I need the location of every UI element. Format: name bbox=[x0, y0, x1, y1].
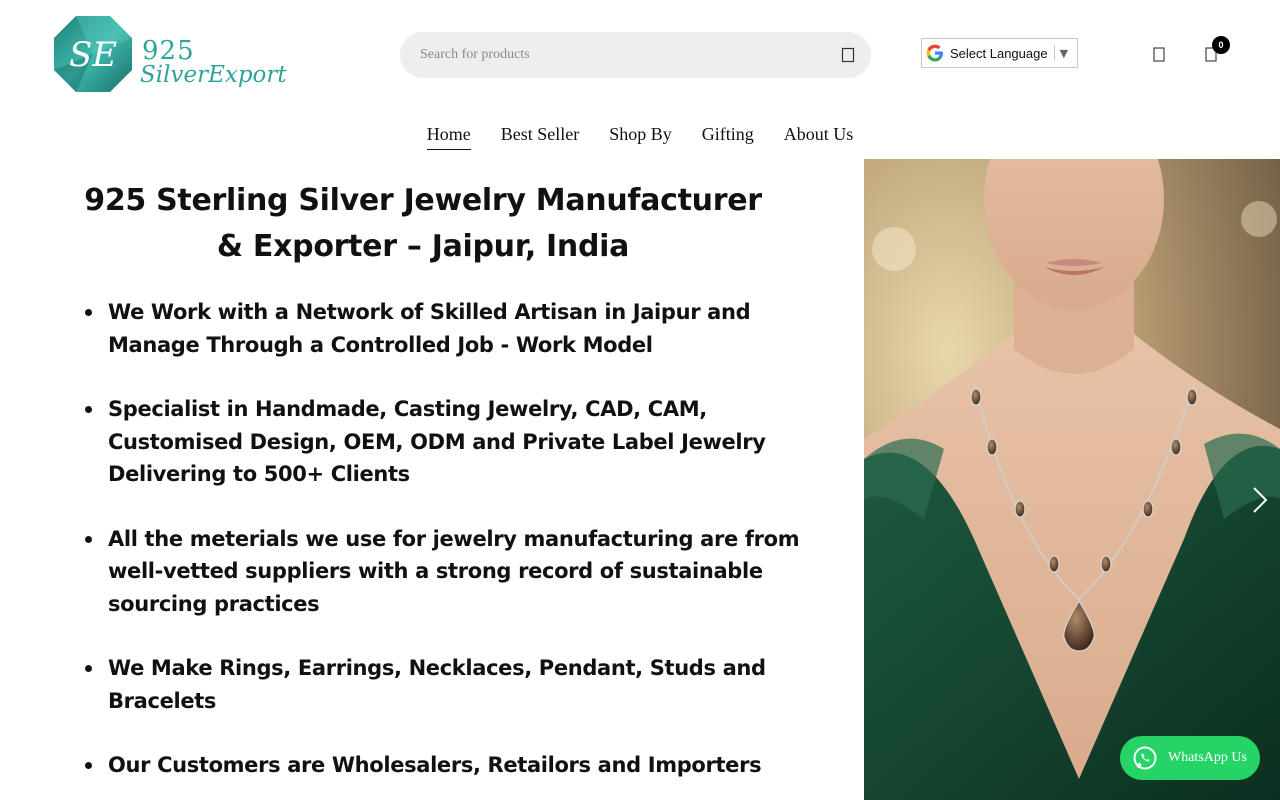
language-divider bbox=[1053, 45, 1055, 61]
hero-image bbox=[864, 159, 1280, 800]
cart-count-badge: 0 bbox=[1212, 36, 1230, 54]
hero-text: 925 Sterling Silver Jewelry Manufacturer… bbox=[80, 178, 840, 800]
whatsapp-button[interactable]: WhatsApp Us bbox=[1120, 736, 1260, 780]
hero-bullet: All the meterials we use for jewelry man… bbox=[80, 523, 840, 621]
hero-title-line-2: & Exporter – Jaipur, India bbox=[216, 229, 630, 264]
hero-bullet: Specialist in Handmade, Casting Jewelry,… bbox=[80, 393, 840, 491]
language-selector[interactable]: Select Language ▼ bbox=[921, 38, 1078, 68]
whatsapp-label: WhatsApp Us bbox=[1168, 750, 1247, 765]
search-icon[interactable] bbox=[841, 47, 855, 63]
chevron-right-icon[interactable] bbox=[1246, 484, 1272, 516]
hero-bullet-list: We Work with a Network of Skilled Artisa… bbox=[80, 296, 840, 782]
search-input[interactable] bbox=[420, 32, 820, 78]
nav-shop-by[interactable]: Shop By bbox=[609, 124, 672, 150]
whatsapp-icon bbox=[1133, 746, 1157, 770]
necklace-model-illustration bbox=[864, 159, 1280, 800]
hero-bullet: We Work with a Network of Skilled Artisa… bbox=[80, 296, 840, 361]
nav-gifting[interactable]: Gifting bbox=[702, 124, 754, 150]
hero-title: 925 Sterling Silver Jewelry Manufacturer… bbox=[80, 178, 766, 270]
search-bar bbox=[400, 32, 871, 78]
nav-best-seller[interactable]: Best Seller bbox=[501, 124, 580, 150]
hero-title-line-1: 925 Sterling Silver Jewelry Manufacturer bbox=[84, 183, 762, 218]
hero-bullet: We Make Rings, Earrings, Necklaces, Pend… bbox=[80, 652, 840, 717]
nav-about-us[interactable]: About Us bbox=[784, 124, 854, 150]
main-nav: Home Best Seller Shop By Gifting About U… bbox=[0, 124, 1280, 150]
language-label: Select Language bbox=[950, 45, 1048, 61]
site-logo[interactable]: SE 925 SilverExport bbox=[52, 14, 302, 94]
google-g-icon bbox=[926, 44, 943, 62]
svg-text:SE: SE bbox=[69, 35, 117, 75]
nav-home[interactable]: Home bbox=[426, 124, 471, 150]
logo-name: SilverExport bbox=[140, 62, 287, 88]
user-icon[interactable] bbox=[1153, 47, 1165, 62]
logo-mark-icon: SE bbox=[54, 16, 132, 92]
hero-bullet: Our Customers are Wholesalers, Retailors… bbox=[80, 749, 840, 782]
dropdown-arrow-icon: ▼ bbox=[1059, 46, 1069, 60]
